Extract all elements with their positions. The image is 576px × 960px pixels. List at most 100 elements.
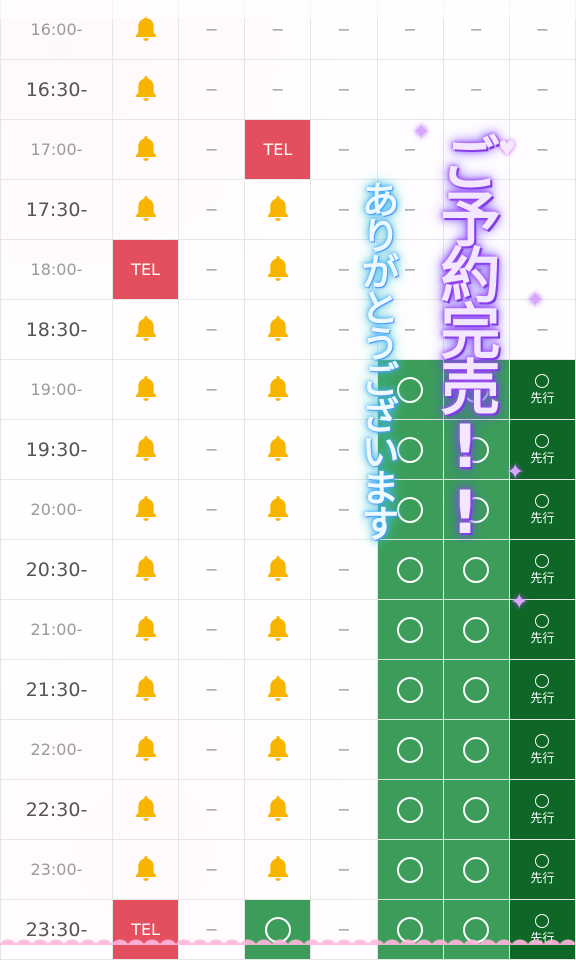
available-slot[interactable] xyxy=(442,539,510,600)
notify-slot[interactable] xyxy=(111,479,180,540)
notify-slot[interactable] xyxy=(111,0,180,60)
advance-slot[interactable]: 先行 xyxy=(508,539,576,600)
unavailable-slot: − xyxy=(310,0,378,60)
unavailable-slot: − xyxy=(310,719,378,780)
tel-slot[interactable]: TEL xyxy=(244,119,312,180)
available-circle-icon xyxy=(463,376,490,403)
notify-slot[interactable] xyxy=(111,539,180,600)
bell-icon xyxy=(265,254,291,286)
time-label: 20:30- xyxy=(0,539,113,600)
notify-slot[interactable] xyxy=(111,839,180,900)
available-slot[interactable] xyxy=(376,719,444,780)
tel-slot[interactable]: TEL xyxy=(111,239,180,300)
notify-slot[interactable] xyxy=(111,779,180,840)
notify-slot[interactable] xyxy=(244,359,312,420)
advance-circle-icon xyxy=(535,914,550,928)
available-slot[interactable] xyxy=(376,419,444,480)
unavailable-slot: − xyxy=(508,0,576,60)
time-label: 16:00- xyxy=(0,0,113,60)
advance-slot[interactable]: 先行 xyxy=(508,779,576,840)
table-row: 22:00- − − 先行 xyxy=(0,719,576,780)
available-slot[interactable] xyxy=(442,839,510,900)
notify-slot[interactable] xyxy=(111,599,180,660)
available-slot[interactable] xyxy=(442,419,510,480)
notify-slot[interactable] xyxy=(111,359,180,420)
advance-slot[interactable]: 先行 xyxy=(508,899,576,960)
advance-slot[interactable]: 先行 xyxy=(508,359,576,420)
unavailable-slot: − xyxy=(310,119,378,180)
notify-slot[interactable] xyxy=(244,779,312,840)
available-slot[interactable] xyxy=(442,779,510,840)
unavailable-slot: − xyxy=(178,659,246,720)
unavailable-slot: − xyxy=(310,839,378,900)
notify-slot[interactable] xyxy=(244,299,312,360)
notify-slot[interactable] xyxy=(244,719,312,780)
available-slot[interactable] xyxy=(376,659,444,720)
advance-slot[interactable]: 先行 xyxy=(508,599,576,660)
bell-icon xyxy=(133,314,159,346)
available-slot[interactable] xyxy=(442,479,510,540)
dash-mark: − xyxy=(205,620,219,639)
table-row: 16:00- − − − − − − xyxy=(0,0,576,60)
notify-slot[interactable] xyxy=(111,719,180,780)
available-slot[interactable] xyxy=(442,599,510,660)
unavailable-slot: − xyxy=(376,0,444,60)
bell-icon xyxy=(133,674,159,706)
table-row: 18:30- − − − − − xyxy=(0,299,576,360)
advance-slot[interactable]: 先行 xyxy=(508,839,576,900)
notify-slot[interactable] xyxy=(244,419,312,480)
tel-slot[interactable]: TEL xyxy=(111,899,180,960)
dash-mark: − xyxy=(205,320,219,339)
time-label: 21:00- xyxy=(0,599,113,660)
unavailable-slot: − xyxy=(310,419,378,480)
available-slot[interactable] xyxy=(376,539,444,600)
available-slot[interactable] xyxy=(442,359,510,420)
available-slot[interactable] xyxy=(376,899,444,960)
advance-circle-icon xyxy=(535,434,550,448)
unavailable-slot: − xyxy=(178,599,246,660)
notify-slot[interactable] xyxy=(111,59,180,120)
notify-slot[interactable] xyxy=(244,599,312,660)
advance-slot[interactable]: 先行 xyxy=(508,419,576,480)
advance-slot[interactable]: 先行 xyxy=(508,659,576,720)
notify-slot[interactable] xyxy=(244,479,312,540)
notify-slot[interactable] xyxy=(244,539,312,600)
advance-slot[interactable]: 先行 xyxy=(508,719,576,780)
available-slot[interactable] xyxy=(376,359,444,420)
available-slot[interactable] xyxy=(376,839,444,900)
advance-circle-icon xyxy=(535,854,550,868)
advance-circle-icon xyxy=(535,674,550,688)
notify-slot[interactable] xyxy=(244,839,312,900)
notify-slot[interactable] xyxy=(111,299,180,360)
available-slot[interactable] xyxy=(442,659,510,720)
notify-slot[interactable] xyxy=(111,419,180,480)
unavailable-slot: − xyxy=(442,0,510,60)
unavailable-slot: − xyxy=(310,659,378,720)
available-slot[interactable] xyxy=(376,479,444,540)
notify-slot[interactable] xyxy=(111,179,180,240)
unavailable-slot: − xyxy=(178,719,246,780)
available-slot[interactable] xyxy=(376,779,444,840)
advance-label: 先行 xyxy=(530,511,555,525)
notify-slot[interactable] xyxy=(111,119,180,180)
available-circle-icon xyxy=(264,916,291,943)
unavailable-slot: − xyxy=(310,779,378,840)
notify-slot[interactable] xyxy=(111,659,180,720)
dash-mark: − xyxy=(403,260,417,279)
unavailable-slot: − xyxy=(376,299,444,360)
dash-mark: − xyxy=(205,440,219,459)
available-slot[interactable] xyxy=(442,899,510,960)
available-slot[interactable] xyxy=(442,719,510,780)
dash-mark: − xyxy=(205,80,219,99)
notify-slot[interactable] xyxy=(244,659,312,720)
unavailable-slot: − xyxy=(178,299,246,360)
available-circle-icon xyxy=(397,556,424,583)
available-slot[interactable] xyxy=(376,599,444,660)
available-slot[interactable] xyxy=(244,899,312,960)
table-row: 16:30- − − − − − − xyxy=(0,59,576,120)
notify-slot[interactable] xyxy=(244,179,312,240)
available-circle-icon xyxy=(463,616,490,643)
notify-slot[interactable] xyxy=(244,239,312,300)
advance-slot[interactable]: 先行 xyxy=(508,479,576,540)
available-circle-icon xyxy=(463,796,490,823)
